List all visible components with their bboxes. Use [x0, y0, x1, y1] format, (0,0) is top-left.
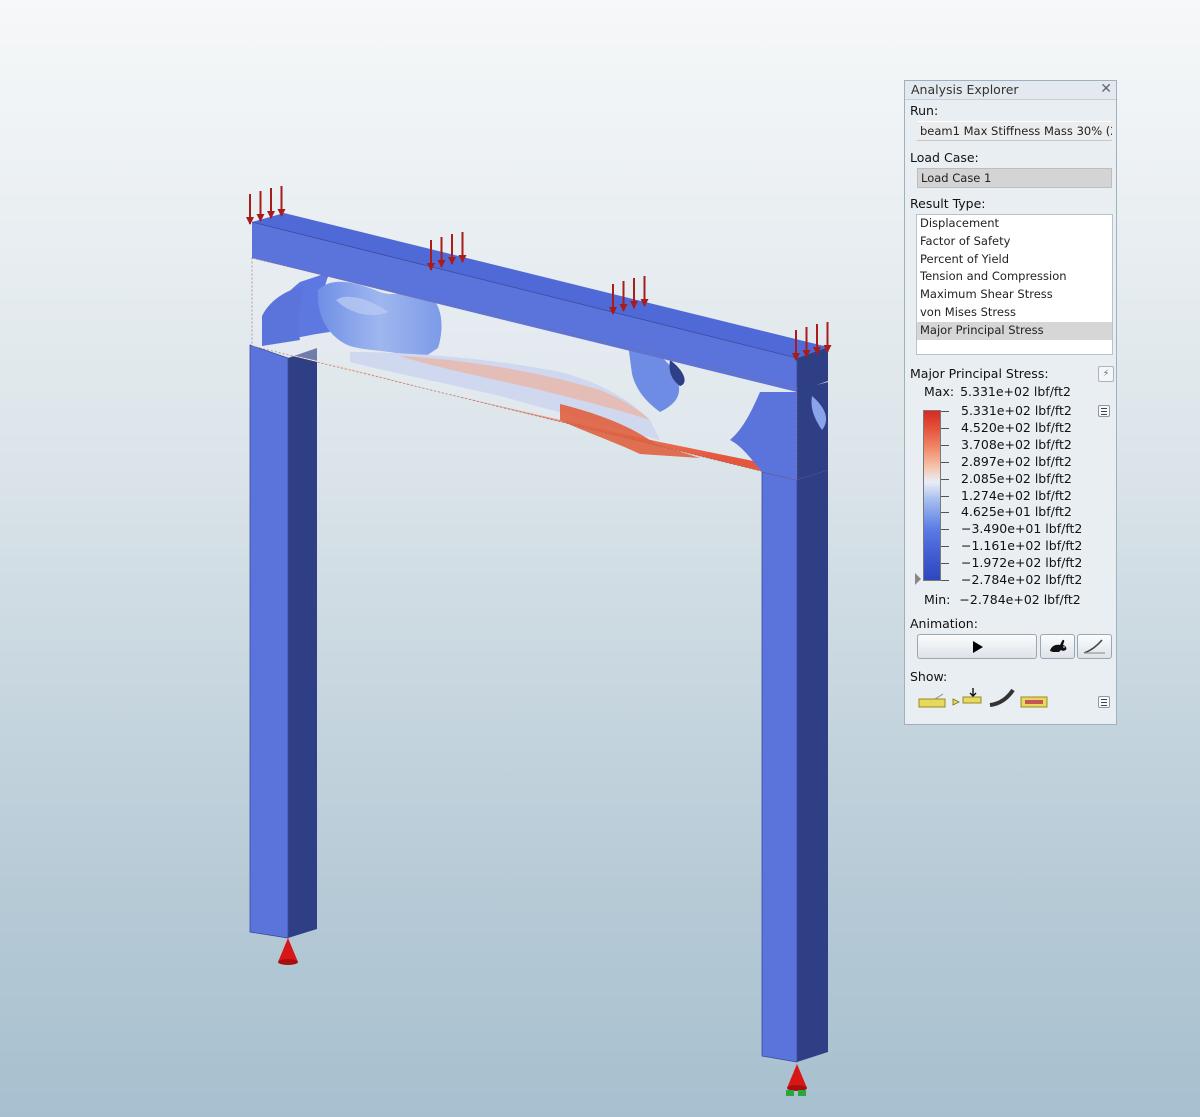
legend-tick-mark — [941, 546, 949, 548]
legend-min: Min: −2.784e+02 lbf/ft2 — [924, 592, 1081, 607]
result-type-item[interactable]: Maximum Shear Stress — [917, 286, 1112, 304]
left-column — [249, 344, 317, 939]
max-label: Max: — [924, 384, 955, 399]
load-symbols-icon[interactable] — [951, 687, 983, 711]
legend-tick-mark — [941, 512, 949, 514]
legend-tick-label: 1.274e+02 lbf/ft2 — [961, 487, 1072, 503]
play-button[interactable] — [917, 634, 1037, 659]
legend-tick-label: −3.490e+01 lbf/ft2 — [961, 521, 1083, 537]
result-type-label: Result Type: — [910, 196, 986, 211]
result-type-item[interactable]: von Mises Stress — [917, 304, 1112, 322]
analysis-explorer-panel: Analysis Explorer ✕ Run: beam1 Max Stiff… — [904, 80, 1117, 725]
min-label: Min: — [924, 592, 951, 607]
legend-tick-label: 3.708e+02 lbf/ft2 — [961, 436, 1072, 452]
rabbit-icon — [1050, 639, 1067, 652]
show-label: Show: — [910, 669, 948, 684]
min-value: −2.784e+02 lbf/ft2 — [959, 592, 1081, 607]
legend-tick-label: 2.897e+02 lbf/ft2 — [961, 453, 1072, 469]
right-column — [761, 470, 828, 1063]
legend-tick-mark — [941, 427, 949, 429]
legend-tick-mark — [941, 461, 949, 463]
stress-color-bar — [923, 410, 941, 581]
close-icon[interactable]: ✕ — [1100, 81, 1112, 97]
result-type-item[interactable]: Displacement — [917, 215, 1112, 233]
load-case-dropdown[interactable]: Load Case 1 — [917, 168, 1112, 188]
run-label: Run: — [910, 103, 939, 118]
run-dropdown[interactable]: beam1 Max Stiffness Mass 30% (2 — [917, 121, 1112, 141]
load-case-label: Load Case: — [910, 150, 979, 165]
legend-tick-mark — [941, 495, 949, 497]
legend-tick-label: 4.520e+02 lbf/ft2 — [961, 419, 1072, 435]
legend-tick-mark — [941, 411, 949, 412]
lightning-icon[interactable]: ⚡ — [1098, 366, 1114, 382]
deform-scale-icon — [1083, 639, 1105, 654]
result-type-item[interactable]: Tension and Compression — [917, 268, 1112, 286]
show-menu-icon[interactable] — [1098, 696, 1110, 708]
legend-pointer-icon[interactable] — [915, 573, 921, 585]
result-type-item[interactable]: Factor of Safety — [917, 233, 1112, 251]
legend-tick-label: −2.784e+02 lbf/ft2 — [961, 572, 1083, 587]
animation-speed-button[interactable] — [1040, 634, 1075, 659]
play-icon — [973, 641, 983, 653]
legend-tick-label: 5.331e+02 lbf/ft2 — [961, 403, 1072, 418]
animation-label: Animation: — [910, 616, 978, 631]
legend-title: Major Principal Stress: — [910, 366, 1049, 381]
max-value: 5.331e+02 lbf/ft2 — [960, 384, 1071, 399]
element-outline-icon[interactable] — [1019, 693, 1049, 711]
legend-tick-mark — [941, 529, 949, 531]
result-type-list[interactable]: Displacement Factor of Safety Percent of… — [916, 214, 1113, 355]
legend-tick-label: 2.085e+02 lbf/ft2 — [961, 470, 1072, 486]
result-type-item[interactable]: Percent of Yield — [917, 251, 1112, 269]
deformed-shape-icon[interactable] — [987, 687, 1017, 709]
legend-max: Max: 5.331e+02 lbf/ft2 — [924, 384, 1071, 399]
legend-tick-label: −1.161e+02 lbf/ft2 — [961, 538, 1083, 554]
legend-tick-mark — [941, 478, 949, 480]
legend-tick-label: 4.625e+01 lbf/ft2 — [961, 504, 1072, 520]
result-type-item-selected[interactable]: Major Principal Stress — [917, 321, 1112, 340]
legend-tick-mark — [941, 580, 949, 581]
support-left — [278, 938, 298, 965]
panel-title: Analysis Explorer — [911, 82, 1019, 97]
legend-tick-mark — [941, 563, 949, 565]
panel-title-bar: Analysis Explorer ✕ — [905, 81, 1116, 100]
animation-settings-button[interactable] — [1077, 634, 1112, 659]
support-right — [786, 1064, 807, 1096]
legend-menu-icon[interactable] — [1098, 405, 1110, 417]
legend-tick-label: −1.972e+02 lbf/ft2 — [961, 555, 1083, 571]
undeformed-model-icon[interactable] — [917, 693, 947, 711]
legend-tick-mark — [941, 444, 949, 446]
